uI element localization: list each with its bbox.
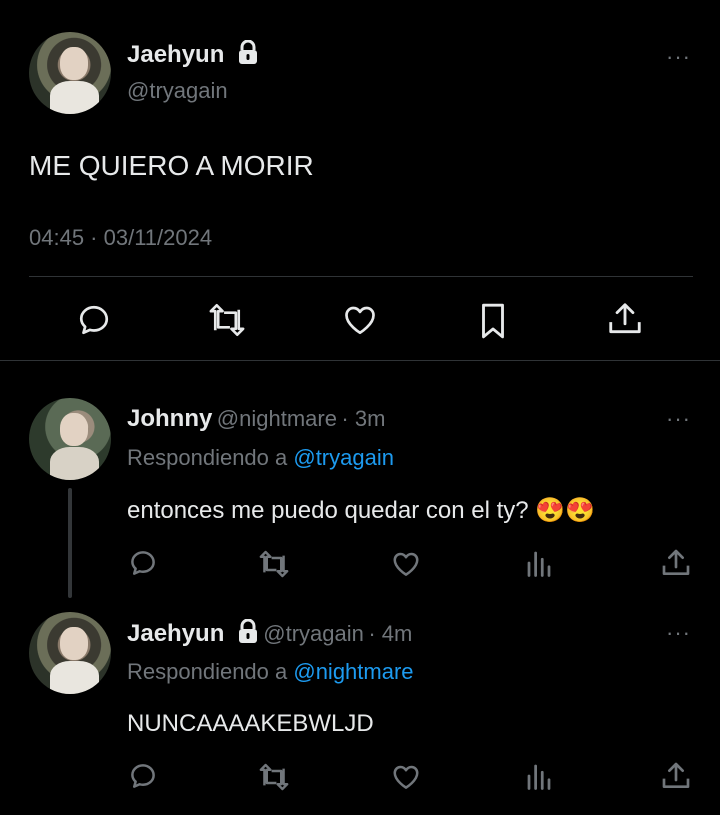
share-icon[interactable] [660, 760, 692, 792]
replying-label: Respondiendo a [127, 659, 294, 684]
like-icon[interactable] [390, 762, 422, 792]
divider [0, 360, 720, 361]
reply-time[interactable]: · 3m [341, 406, 385, 431]
author-handle[interactable]: @nightmare [217, 406, 337, 431]
thread-line [68, 488, 72, 598]
share-icon[interactable] [606, 300, 644, 338]
reply-icon[interactable] [76, 302, 112, 338]
like-icon[interactable] [341, 302, 379, 338]
more-options-button[interactable]: ··· [666, 620, 691, 646]
replying-label: Respondiendo a [127, 445, 294, 470]
bookmark-icon[interactable] [476, 302, 510, 340]
like-icon[interactable] [390, 549, 422, 579]
retweet-icon[interactable] [205, 302, 249, 338]
reply-text: entonces me puedo quedar con el ty? 😍😍 [127, 497, 596, 524]
reply-header: Johnny @nightmare · 3m [127, 405, 385, 433]
replying-to: Respondiendo a @tryagain [127, 445, 394, 471]
replying-to: Respondiendo a @nightmare [127, 659, 414, 685]
author-handle[interactable]: @tryagain [127, 78, 228, 104]
reply-header: Jaehyun @tryagain · 4m [127, 618, 412, 648]
lock-icon [237, 39, 259, 69]
avatar[interactable] [29, 32, 111, 114]
author-row: Jaehyun [127, 39, 259, 69]
author-name[interactable]: Jaehyun [127, 620, 224, 647]
author-handle[interactable]: @tryagain [263, 621, 364, 646]
reply-time[interactable]: · 4m [368, 621, 412, 646]
author-name[interactable]: Jaehyun [127, 41, 224, 68]
divider [29, 276, 693, 277]
mention-link[interactable]: @tryagain [293, 445, 394, 470]
author-name[interactable]: Johnny [127, 405, 212, 432]
more-options-button[interactable]: ··· [666, 406, 691, 432]
retweet-icon[interactable] [256, 762, 292, 792]
views-icon[interactable] [524, 761, 554, 791]
reply-icon[interactable] [128, 761, 158, 791]
more-options-button[interactable]: ··· [666, 44, 691, 70]
retweet-icon[interactable] [256, 549, 292, 579]
reply-text: NUNCAAAAKEBWLJD [127, 710, 374, 737]
avatar[interactable] [29, 398, 111, 480]
share-icon[interactable] [660, 547, 692, 579]
tweet-text: ME QUIERO A MORIR [29, 150, 314, 181]
views-icon[interactable] [524, 548, 554, 578]
avatar[interactable] [29, 612, 111, 694]
reply-icon[interactable] [128, 548, 158, 578]
lock-icon [237, 618, 259, 648]
mention-link[interactable]: @nightmare [293, 659, 413, 684]
tweet-timestamp[interactable]: 04:45 · 03/11/2024 [29, 225, 212, 251]
